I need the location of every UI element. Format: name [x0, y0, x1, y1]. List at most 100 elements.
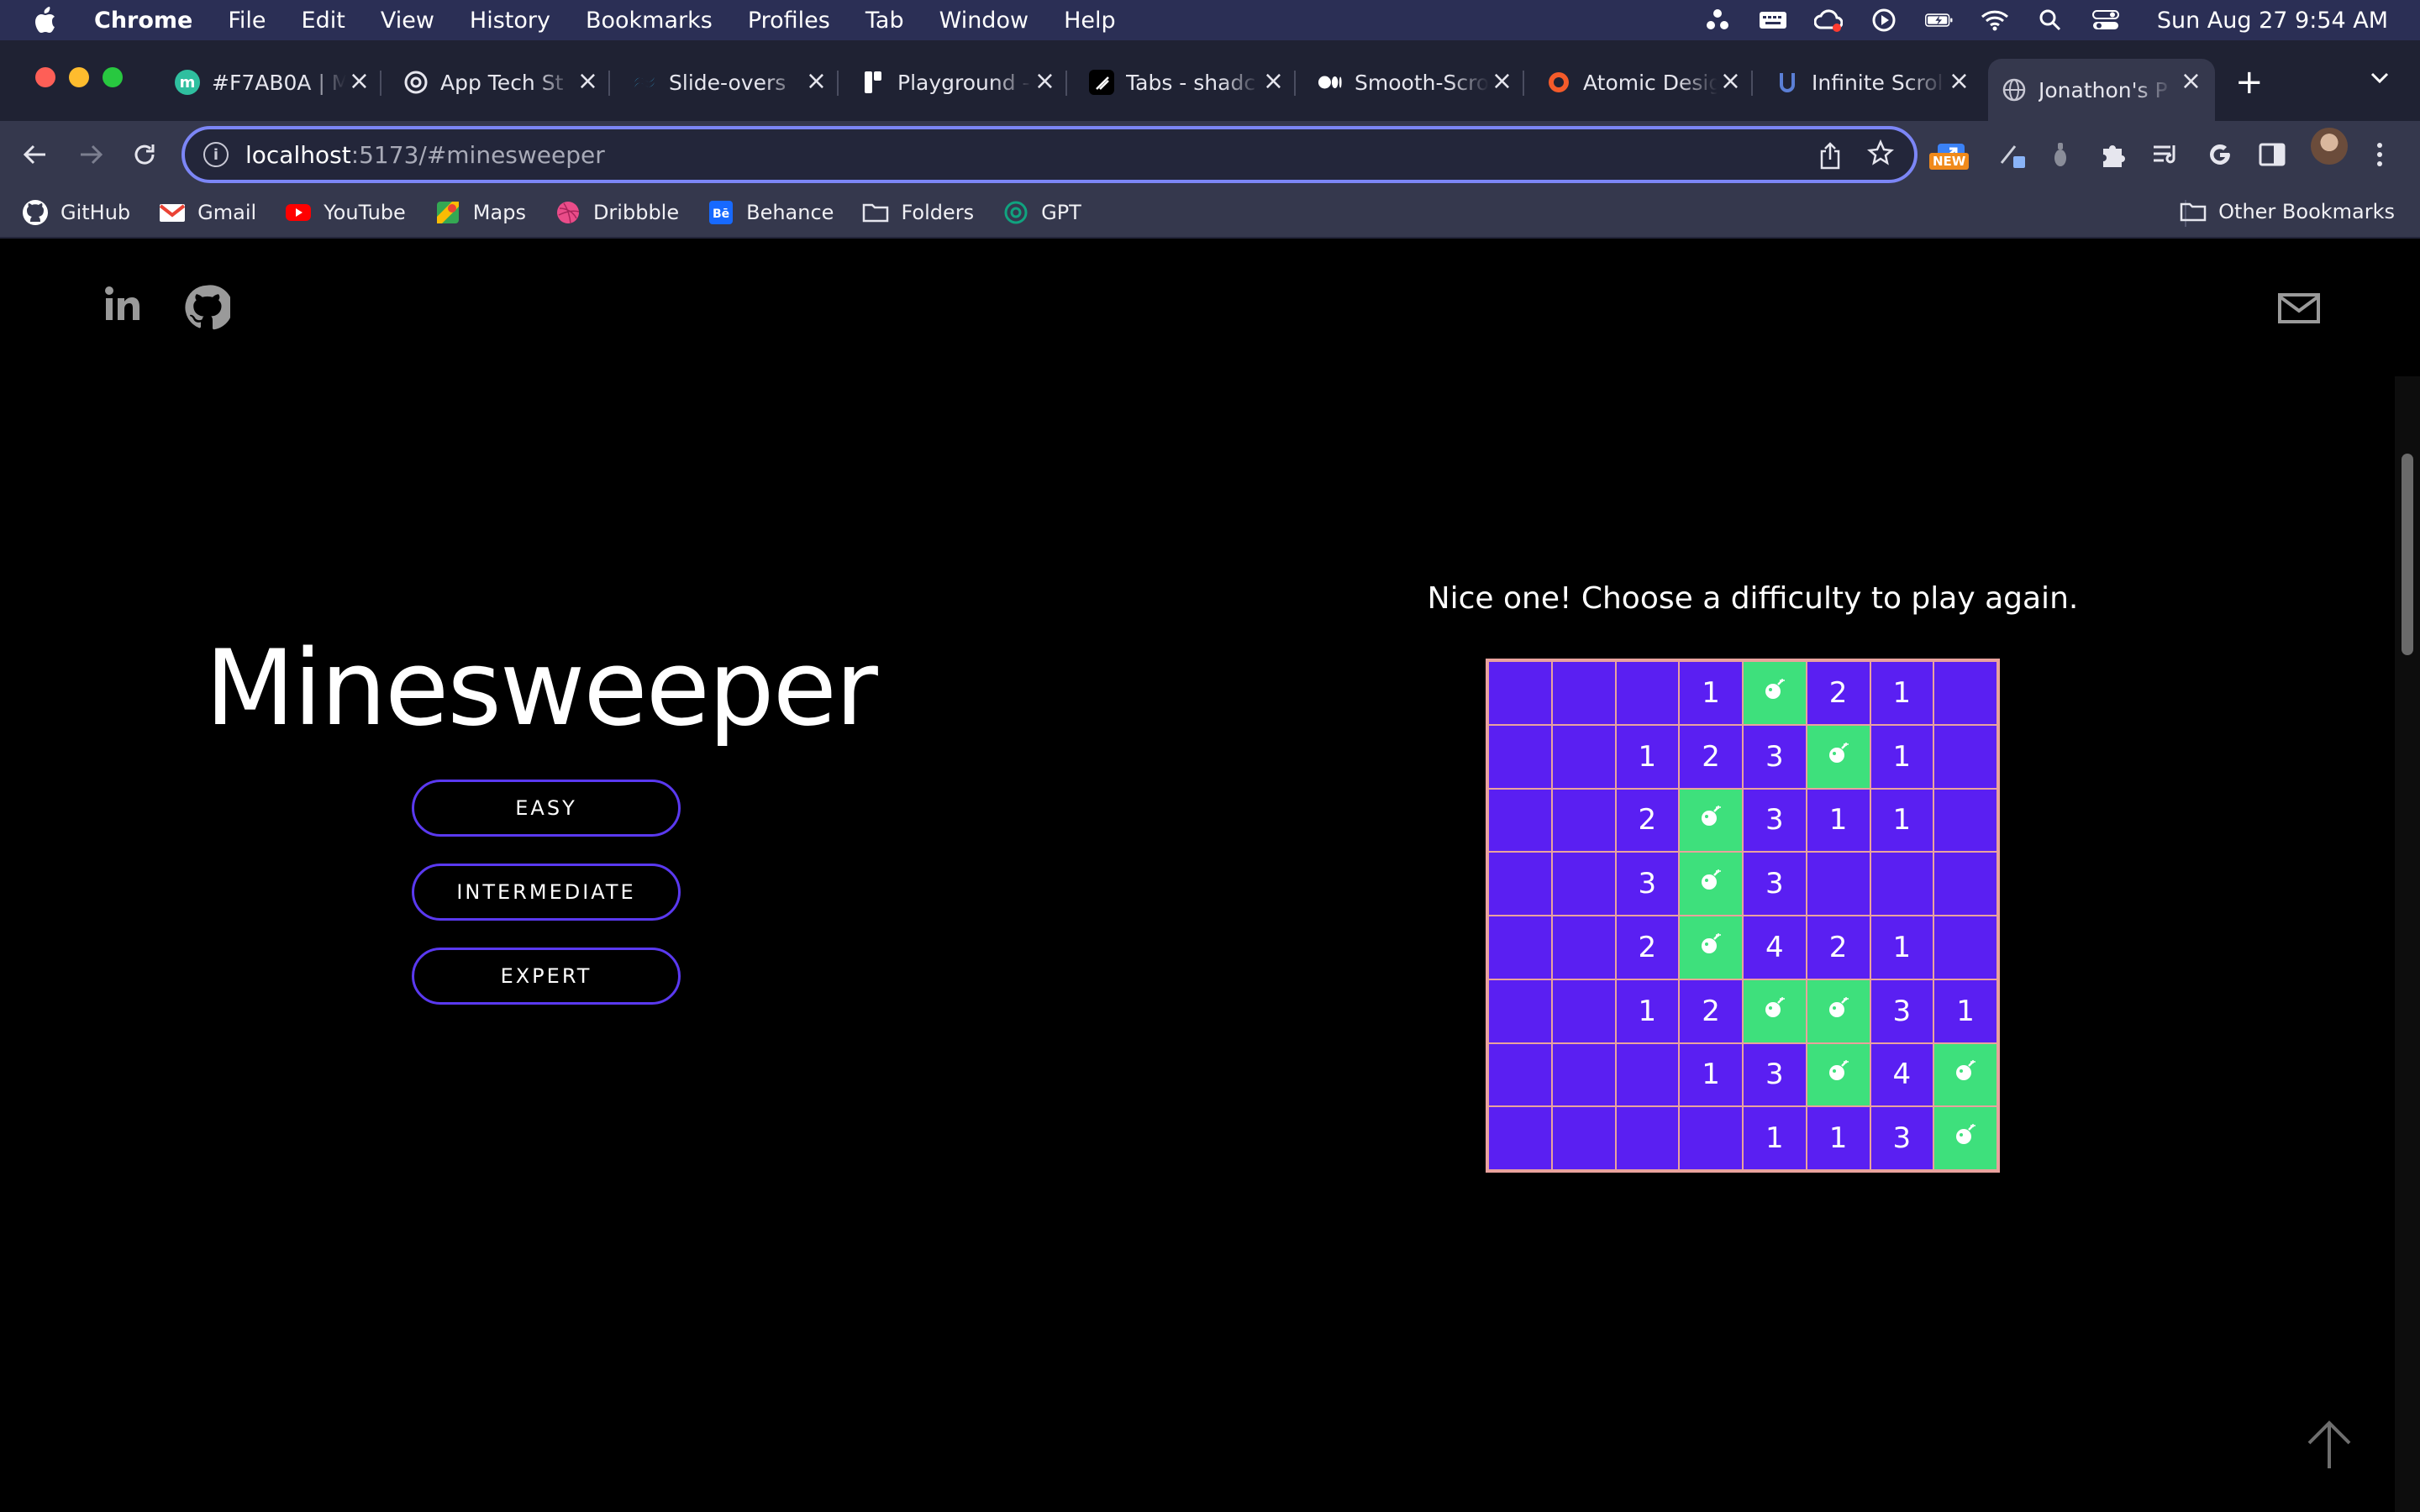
keyboard-icon[interactable] — [1759, 6, 1787, 34]
mine-cell[interactable] — [1806, 724, 1870, 789]
tab-7[interactable]: Infinite Scrol × — [1775, 59, 1970, 106]
empty-cell[interactable] — [1551, 724, 1616, 789]
empty-cell[interactable] — [1488, 661, 1552, 725]
tab-1[interactable]: App Tech St × — [403, 59, 610, 106]
tab-4[interactable]: Tabs - shadc × — [1089, 59, 1296, 106]
number-cell[interactable]: 1 — [1806, 1106, 1870, 1170]
easy-button[interactable]: EASY — [412, 780, 681, 837]
mine-cell[interactable] — [1679, 852, 1743, 916]
tab-3[interactable]: Playground - × — [860, 59, 1067, 106]
control-center-icon[interactable] — [2091, 6, 2120, 34]
menu-help[interactable]: Help — [1064, 8, 1116, 34]
number-cell[interactable]: 1 — [1679, 1042, 1743, 1107]
tab-search-chevron-icon[interactable] — [2370, 71, 2390, 87]
mine-cell[interactable] — [1679, 788, 1743, 853]
tab-close-icon[interactable]: × — [577, 69, 598, 94]
bookmark-maps[interactable]: Maps — [434, 199, 526, 226]
wifi-icon[interactable] — [1981, 6, 2009, 34]
empty-cell[interactable] — [1488, 1106, 1552, 1170]
menu-app-name[interactable]: Chrome — [94, 8, 192, 34]
number-cell[interactable]: 3 — [1870, 1106, 1934, 1170]
tab-close-icon[interactable]: × — [1034, 69, 1055, 94]
url-text[interactable]: localhost:5173/#minesweeper — [245, 141, 605, 169]
empty-cell[interactable] — [1933, 916, 1997, 979]
number-cell[interactable]: 2 — [1679, 724, 1743, 789]
back-arrow-icon[interactable] — [17, 136, 54, 173]
share-icon[interactable] — [1818, 141, 1842, 173]
tab-close-icon[interactable]: × — [1949, 69, 1970, 94]
color-picker-extension-icon[interactable] — [1993, 136, 2030, 173]
play-circle-icon[interactable] — [1870, 6, 1898, 34]
number-cell[interactable]: 3 — [1615, 852, 1680, 916]
mine-cell[interactable] — [1933, 1042, 1997, 1107]
empty-cell[interactable] — [1488, 1042, 1552, 1107]
number-cell[interactable]: 1 — [1870, 724, 1934, 789]
close-window-button[interactable] — [35, 67, 55, 87]
number-cell[interactable]: 2 — [1806, 661, 1870, 725]
empty-cell[interactable] — [1551, 916, 1616, 979]
number-cell[interactable]: 1 — [1870, 788, 1934, 853]
number-cell[interactable]: 4 — [1743, 916, 1807, 979]
chrome-menu-icon[interactable] — [2361, 136, 2398, 173]
apple-icon[interactable] — [32, 6, 66, 34]
linkedin-link[interactable] — [103, 284, 143, 324]
tab-close-icon[interactable]: × — [1720, 69, 1741, 94]
empty-cell[interactable] — [1488, 724, 1552, 789]
number-cell[interactable]: 1 — [1615, 979, 1680, 1043]
menu-view[interactable]: View — [381, 8, 434, 34]
github-link[interactable] — [183, 284, 230, 331]
empty-cell[interactable] — [1615, 661, 1680, 725]
tab-close-icon[interactable]: × — [349, 69, 370, 94]
empty-cell[interactable] — [1488, 916, 1552, 979]
bookmark-folders[interactable]: Folders — [862, 199, 974, 226]
extensions-puzzle-icon[interactable] — [2096, 136, 2133, 173]
number-cell[interactable]: 1 — [1679, 661, 1743, 725]
tab-2[interactable]: Slide-overs × — [632, 59, 839, 106]
number-cell[interactable]: 2 — [1615, 916, 1680, 979]
mine-cell[interactable] — [1806, 979, 1870, 1043]
bookmark-behance[interactable]: Bē Behance — [708, 199, 834, 226]
dropbox-icon[interactable] — [1703, 6, 1732, 34]
empty-cell[interactable] — [1551, 788, 1616, 853]
mine-cell[interactable] — [1743, 661, 1807, 725]
number-cell[interactable]: 3 — [1743, 788, 1807, 853]
menu-window[interactable]: Window — [939, 8, 1028, 34]
expert-button[interactable]: EXPERT — [412, 948, 681, 1005]
mine-cell[interactable] — [1743, 979, 1807, 1043]
number-cell[interactable]: 2 — [1806, 916, 1870, 979]
number-cell[interactable]: 1 — [1743, 1106, 1807, 1170]
number-cell[interactable]: 1 — [1870, 661, 1934, 725]
mine-cell[interactable] — [1679, 916, 1743, 979]
menu-file[interactable]: File — [228, 8, 266, 34]
empty-cell[interactable] — [1933, 661, 1997, 725]
new-tab-button[interactable]: + — [2235, 66, 2264, 99]
bookmark-star-icon[interactable] — [1867, 139, 1894, 170]
number-cell[interactable]: 3 — [1743, 1042, 1807, 1107]
creative-cloud-icon[interactable] — [1813, 6, 1843, 34]
page-scrollbar-thumb[interactable] — [2402, 454, 2413, 655]
number-cell[interactable]: 4 — [1870, 1042, 1934, 1107]
other-bookmarks[interactable]: Other Bookmarks — [2180, 200, 2395, 223]
bookmark-dribbble[interactable]: Dribbble — [555, 199, 679, 226]
empty-cell[interactable] — [1551, 1042, 1616, 1107]
empty-cell[interactable] — [1933, 724, 1997, 789]
number-cell[interactable]: 3 — [1870, 979, 1934, 1043]
profile-avatar[interactable] — [2311, 128, 2348, 165]
menu-bookmarks[interactable]: Bookmarks — [586, 8, 713, 34]
empty-cell[interactable] — [1551, 979, 1616, 1043]
bookmark-youtube[interactable]: YouTube — [285, 199, 406, 226]
battery-icon[interactable] — [1924, 6, 1954, 34]
tab-6[interactable]: Atomic Desig × — [1546, 59, 1753, 106]
empty-cell[interactable] — [1870, 852, 1934, 916]
number-cell[interactable]: 3 — [1743, 724, 1807, 789]
tab-close-icon[interactable]: × — [806, 69, 827, 94]
address-bar[interactable]: i localhost:5173/#minesweeper — [182, 126, 1918, 183]
bookmark-gpt[interactable]: GPT — [1002, 199, 1081, 226]
menu-profiles[interactable]: Profiles — [748, 8, 830, 34]
number-cell[interactable]: 1 — [1615, 724, 1680, 789]
mine-cell[interactable] — [1806, 1042, 1870, 1107]
number-cell[interactable]: 2 — [1679, 979, 1743, 1043]
number-cell[interactable]: 3 — [1743, 852, 1807, 916]
tab-close-icon[interactable]: × — [1491, 69, 1512, 94]
empty-cell[interactable] — [1488, 788, 1552, 853]
